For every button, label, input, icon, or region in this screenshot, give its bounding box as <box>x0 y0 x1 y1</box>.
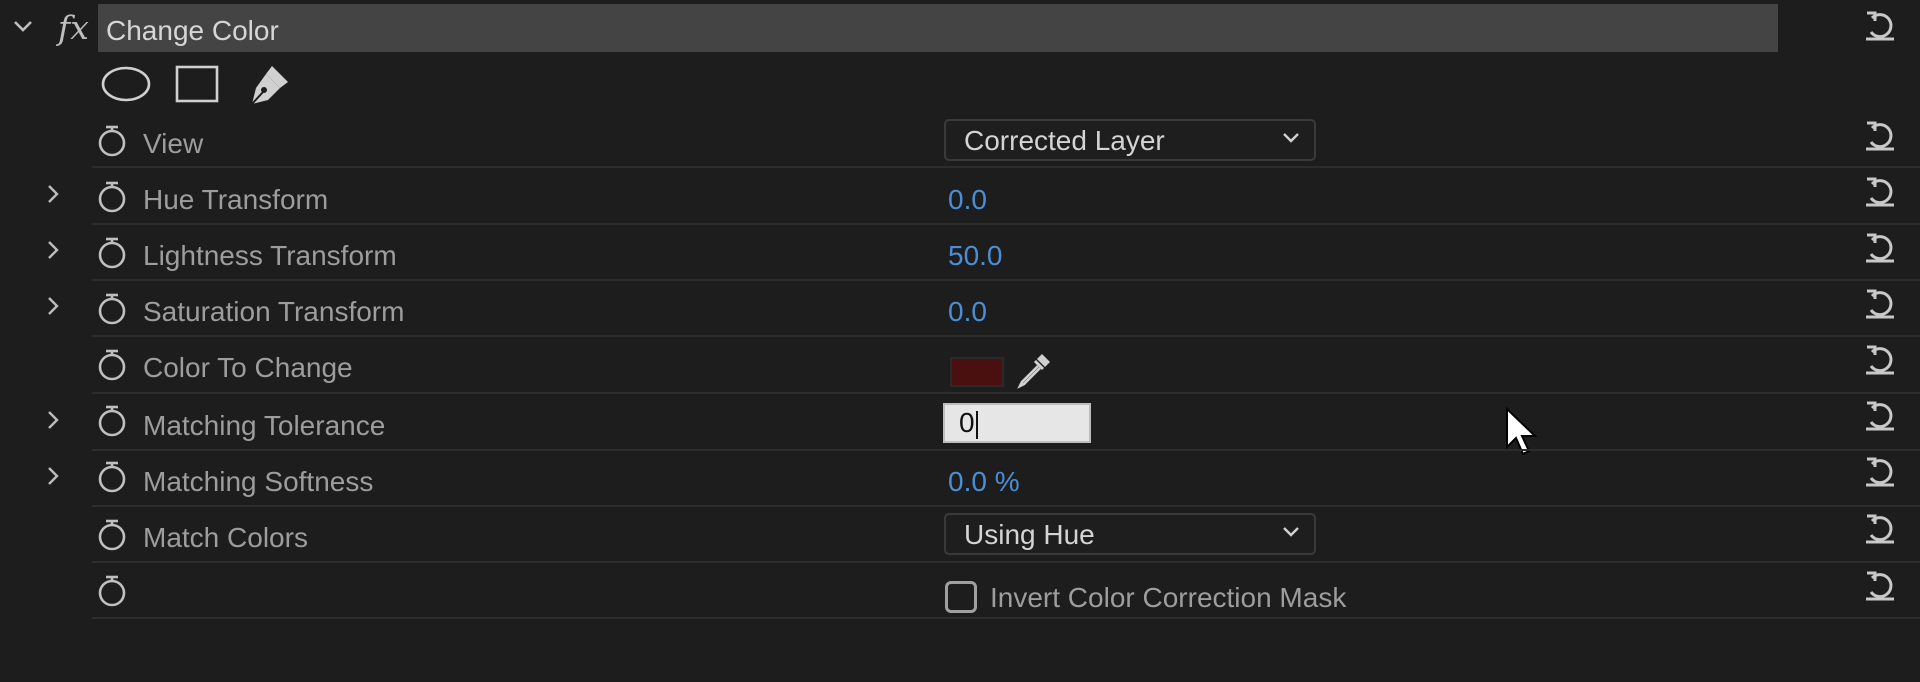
row-divider <box>92 449 1920 451</box>
rectangle-mask-icon[interactable] <box>174 64 220 104</box>
expand-chevron-right-icon[interactable] <box>46 295 60 317</box>
invert-mask-label: Invert Color Correction Mask <box>990 582 1347 613</box>
view-label: View <box>143 128 204 159</box>
saturation-transform-label: Saturation Transform <box>143 296 405 327</box>
reset-lightness-icon[interactable] <box>1862 230 1898 266</box>
row-divider <box>92 617 1920 619</box>
view-dropdown-value: Corrected Layer <box>964 125 1165 156</box>
reset-view-icon[interactable] <box>1862 118 1898 154</box>
match-colors-label: Match Colors <box>143 522 308 553</box>
lightness-transform-value[interactable]: 50.0 <box>948 239 1003 273</box>
match-colors-dropdown[interactable]: Using Hue <box>944 513 1316 555</box>
reset-invert-icon[interactable] <box>1862 568 1898 604</box>
row-divider <box>92 335 1920 337</box>
reset-hue-icon[interactable] <box>1862 174 1898 210</box>
hue-transform-label: Hue Transform <box>143 184 329 215</box>
reset-match-colors-icon[interactable] <box>1862 511 1898 547</box>
mouse-cursor-icon <box>1505 407 1539 459</box>
eyedropper-icon[interactable] <box>1014 350 1054 390</box>
row-divider <box>92 223 1920 225</box>
stopwatch-icon[interactable] <box>96 292 128 326</box>
color-swatch[interactable] <box>950 357 1004 387</box>
lightness-transform-label: Lightness Transform <box>143 240 397 271</box>
row-divider <box>92 561 1920 563</box>
reset-effect-icon[interactable] <box>1862 8 1898 44</box>
row-divider <box>92 166 1920 168</box>
matching-softness-label: Matching Softness <box>143 466 374 497</box>
fx-badge: fx <box>58 8 89 47</box>
expand-chevron-right-icon[interactable] <box>46 465 60 487</box>
stopwatch-icon[interactable] <box>96 404 128 438</box>
matching-tolerance-label: Matching Tolerance <box>143 410 386 441</box>
reset-saturation-icon[interactable] <box>1862 286 1898 322</box>
stopwatch-icon[interactable] <box>96 518 128 552</box>
matching-softness-value[interactable]: 0.0 % <box>948 465 1020 499</box>
stopwatch-icon[interactable] <box>96 348 128 382</box>
row-divider <box>92 392 1920 394</box>
match-colors-dropdown-value: Using Hue <box>964 519 1095 550</box>
pen-mask-icon[interactable] <box>246 62 292 108</box>
ellipse-mask-icon[interactable] <box>100 65 152 103</box>
color-to-change-label: Color To Change <box>143 352 353 383</box>
reset-tolerance-icon[interactable] <box>1862 398 1898 434</box>
reset-softness-icon[interactable] <box>1862 454 1898 490</box>
stopwatch-icon[interactable] <box>96 124 128 158</box>
saturation-transform-value[interactable]: 0.0 <box>948 295 987 329</box>
stopwatch-icon[interactable] <box>96 460 128 494</box>
effect-header-bar[interactable] <box>98 4 1778 52</box>
effect-title: Change Color <box>106 15 279 46</box>
stopwatch-icon[interactable] <box>96 574 128 608</box>
expand-chevron-right-icon[interactable] <box>46 409 60 431</box>
matching-tolerance-input-value: 0 <box>959 407 975 438</box>
invert-mask-checkbox[interactable] <box>945 581 977 613</box>
stopwatch-icon[interactable] <box>96 236 128 270</box>
hue-transform-value[interactable]: 0.0 <box>948 183 987 217</box>
reset-color-icon[interactable] <box>1862 342 1898 378</box>
expand-chevron-right-icon[interactable] <box>46 183 60 205</box>
expand-chevron-right-icon[interactable] <box>46 239 60 261</box>
chevron-down-icon <box>1282 132 1300 144</box>
row-divider <box>92 279 1920 281</box>
collapse-chevron-down-icon[interactable] <box>12 18 34 34</box>
view-dropdown[interactable]: Corrected Layer <box>944 119 1316 161</box>
text-caret <box>975 410 978 439</box>
stopwatch-icon[interactable] <box>96 180 128 214</box>
matching-tolerance-input[interactable]: 0 <box>943 403 1091 443</box>
chevron-down-icon <box>1282 526 1300 538</box>
row-divider <box>92 505 1920 507</box>
